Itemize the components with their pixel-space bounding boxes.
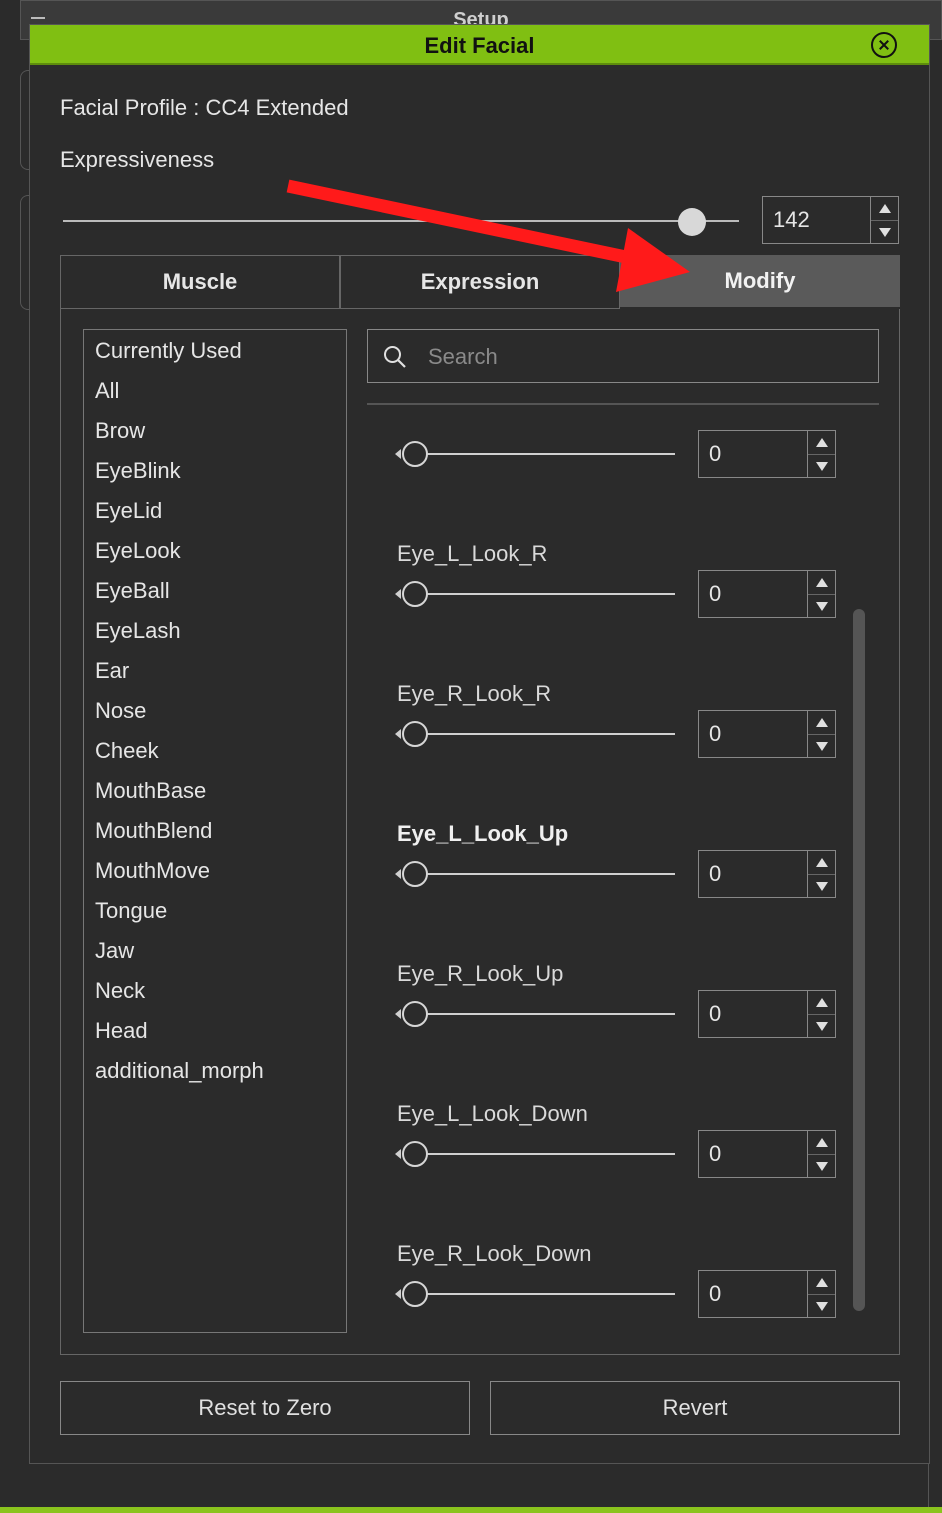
expressiveness-spinbox[interactable]: 142 (762, 196, 899, 244)
slider-thumb[interactable] (402, 721, 428, 747)
search-placeholder: Search (428, 344, 498, 369)
spin-up-icon[interactable] (808, 571, 835, 594)
slider-thumb[interactable] (402, 1001, 428, 1027)
morph-spinbox[interactable]: 0 (698, 850, 836, 898)
bottom-accent-bar (0, 1507, 942, 1513)
spin-up-icon[interactable] (808, 1271, 835, 1294)
morph-spinbox[interactable]: 0 (698, 1270, 836, 1318)
list-item[interactable]: additional_morph (95, 1058, 264, 1084)
slider-thumb[interactable] (402, 581, 428, 607)
morph-value[interactable]: 0 (709, 721, 721, 747)
morph-label: Eye_L_Look_R (397, 541, 548, 566)
list-item[interactable]: EyeBall (95, 578, 170, 604)
spin-down-icon[interactable] (808, 874, 835, 897)
list-item[interactable]: All (95, 378, 119, 404)
morph-value[interactable]: 0 (709, 581, 721, 607)
morph-slider[interactable] (395, 720, 675, 748)
list-item[interactable]: Cheek (95, 738, 159, 764)
morph-slider[interactable] (395, 1140, 675, 1168)
list-item[interactable]: MouthBlend (95, 818, 212, 844)
expressiveness-slider[interactable] (63, 208, 739, 236)
spin-up-icon[interactable] (808, 1131, 835, 1154)
morph-label: Eye_L_Look_Down (397, 1101, 588, 1126)
list-item[interactable]: Neck (95, 978, 145, 1004)
morph-slider[interactable] (395, 1280, 675, 1308)
divider (367, 403, 879, 405)
spin-down-icon[interactable] (808, 594, 835, 617)
spin-up-icon[interactable] (808, 991, 835, 1014)
list-item[interactable]: Brow (95, 418, 145, 444)
spin-up-icon[interactable] (808, 431, 835, 454)
spin-down-icon[interactable] (871, 220, 898, 243)
morph-spinbox[interactable]: 0 (698, 570, 836, 618)
morph-slider[interactable] (395, 440, 675, 468)
expressiveness-label: Expressiveness (60, 147, 215, 172)
morph-slider[interactable] (395, 860, 675, 888)
spin-up-icon[interactable] (808, 851, 835, 874)
spin-down-icon[interactable] (808, 1154, 835, 1177)
edit-facial-dialog: Edit Facial Facial Profile : CC4 Extende… (29, 24, 930, 1464)
slider-thumb[interactable] (402, 1141, 428, 1167)
morph-value[interactable]: 0 (709, 1141, 721, 1167)
list-item[interactable]: EyeLid (95, 498, 162, 524)
slider-thumb[interactable] (402, 441, 428, 467)
list-item[interactable]: EyeLash (95, 618, 181, 644)
spin-down-icon[interactable] (808, 1294, 835, 1317)
morph-value[interactable]: 0 (709, 1001, 721, 1027)
morph-label: Eye_L_Look_Up (397, 821, 569, 846)
spin-up-icon[interactable] (808, 711, 835, 734)
list-item[interactable]: EyeLook (95, 538, 181, 564)
tab-modify[interactable]: Modify (620, 255, 900, 307)
category-list: Currently Used All Brow EyeBlink EyeLid … (83, 329, 347, 1333)
background-frame (928, 40, 942, 1510)
search-icon (384, 346, 406, 368)
facial-profile-label: Facial Profile : CC4 Extended (60, 95, 349, 120)
slider-thumb[interactable] (402, 1281, 428, 1307)
tab-bar: Muscle Expression Modify (60, 255, 900, 309)
expressiveness-value[interactable]: 142 (773, 207, 810, 233)
dialog-titlebar[interactable]: Edit Facial (30, 25, 929, 65)
slider-thumb[interactable] (677, 208, 706, 236)
slider-thumb[interactable] (402, 861, 428, 887)
list-item[interactable]: Ear (95, 658, 129, 684)
revert-button[interactable]: Revert (490, 1381, 900, 1435)
morph-label: Eye_R_Look_Down (397, 1241, 592, 1266)
slider-track (63, 220, 739, 222)
morph-label: Eye_R_Look_R (397, 681, 552, 706)
modify-panel: Currently Used All Brow EyeBlink EyeLid … (60, 309, 900, 1355)
morph-value[interactable]: 0 (709, 861, 721, 887)
scrollbar[interactable] (853, 609, 865, 1311)
list-item[interactable]: Tongue (95, 898, 167, 924)
morph-value[interactable]: 0 (709, 1281, 721, 1307)
spin-up-icon[interactable] (871, 197, 898, 220)
morph-spinbox[interactable]: 0 (698, 430, 836, 478)
morph-label: Eye_R_Look_Up (397, 961, 564, 986)
list-item[interactable]: Currently Used (95, 338, 242, 364)
morph-spinbox[interactable]: 0 (698, 990, 836, 1038)
spin-down-icon[interactable] (808, 454, 835, 477)
reset-to-zero-button[interactable]: Reset to Zero (60, 1381, 470, 1435)
close-icon[interactable] (871, 32, 897, 58)
spin-down-icon[interactable] (808, 1014, 835, 1037)
spin-down-icon[interactable] (808, 734, 835, 757)
morph-slider[interactable] (395, 580, 675, 608)
morph-value[interactable]: 0 (709, 441, 721, 467)
list-item[interactable]: MouthMove (95, 858, 210, 884)
morph-slider[interactable] (395, 1000, 675, 1028)
tab-muscle[interactable]: Muscle (60, 255, 340, 309)
list-item[interactable]: MouthBase (95, 778, 206, 804)
morph-spinbox[interactable]: 0 (698, 1130, 836, 1178)
search-input[interactable]: Search (367, 329, 879, 383)
list-item[interactable]: Jaw (95, 938, 134, 964)
dialog-title: Edit Facial (424, 33, 535, 58)
list-item[interactable]: Nose (95, 698, 146, 724)
list-item[interactable]: Head (95, 1018, 148, 1044)
list-item[interactable]: EyeBlink (95, 458, 181, 484)
tab-expression[interactable]: Expression (340, 255, 620, 309)
morph-spinbox[interactable]: 0 (698, 710, 836, 758)
